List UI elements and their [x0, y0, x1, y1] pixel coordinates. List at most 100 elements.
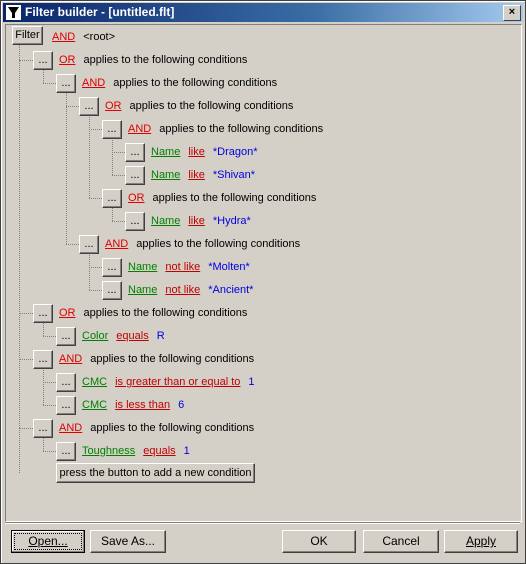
condition-comparator[interactable]: not like — [165, 284, 200, 296]
condition-field[interactable]: Color — [82, 330, 108, 342]
tree-connector — [43, 322, 44, 336]
tree-connector — [19, 60, 33, 61]
condition-value[interactable]: 1 — [248, 376, 254, 388]
node-menu-button[interactable]: ... — [33, 350, 53, 369]
condition-row: Name like *Dragon* — [151, 143, 266, 161]
save-as-button-label: Save As... — [100, 534, 156, 548]
condition-row: Name like *Hydra* — [151, 212, 259, 230]
node-menu-button[interactable]: ... — [33, 51, 53, 70]
condition-value[interactable]: 1 — [184, 445, 190, 457]
tree-connector — [43, 336, 56, 337]
tree-connector — [43, 69, 44, 83]
tree-connector — [66, 106, 79, 107]
tree-connector — [112, 138, 113, 175]
group-operator[interactable]: OR — [59, 307, 76, 319]
group-operator[interactable]: AND — [105, 238, 128, 250]
condition-field[interactable]: Name — [151, 169, 180, 181]
node-menu-button[interactable]: ... — [56, 327, 76, 346]
condition-comparator[interactable]: equals — [116, 330, 148, 342]
condition-comparator[interactable]: like — [188, 215, 205, 227]
group-text: applies to the following conditions — [90, 422, 255, 434]
group-row: AND applies to the following conditions — [128, 120, 331, 138]
condition-value[interactable]: 6 — [178, 399, 184, 411]
tree-connector — [89, 253, 90, 290]
group-operator[interactable]: AND — [82, 77, 105, 89]
ok-button[interactable]: OK — [282, 530, 356, 553]
open-button[interactable]: Open... — [11, 530, 85, 553]
node-menu-button[interactable]: ... — [79, 235, 99, 254]
condition-value[interactable]: *Hydra* — [213, 215, 251, 227]
condition-comparator[interactable]: is less than — [115, 399, 170, 411]
group-operator[interactable]: AND — [128, 123, 151, 135]
node-menu-button[interactable]: ... — [56, 442, 76, 461]
node-menu-button[interactable]: ... — [33, 419, 53, 438]
tree-connector — [66, 92, 67, 244]
group-row: AND applies to the following conditions — [105, 235, 308, 253]
condition-row: Name like *Shivan* — [151, 166, 263, 184]
condition-field[interactable]: Name — [128, 261, 157, 273]
close-button[interactable]: × — [503, 5, 521, 21]
condition-field[interactable]: Name — [151, 215, 180, 227]
tree-connector — [66, 244, 79, 245]
condition-comparator[interactable]: like — [188, 146, 205, 158]
node-menu-button[interactable]: ... — [125, 166, 145, 185]
condition-field[interactable]: Name — [151, 146, 180, 158]
bottom-separator — [5, 522, 520, 524]
tree-connector — [112, 152, 125, 153]
cancel-button[interactable]: Cancel — [363, 530, 439, 553]
condition-comparator[interactable]: like — [188, 169, 205, 181]
condition-value[interactable]: R — [157, 330, 165, 342]
open-button-label: Open... — [28, 534, 68, 548]
node-menu-button[interactable]: ... — [102, 120, 122, 139]
filter-builder-window: Filter builder - [untitled.flt] × Filter… — [0, 0, 526, 564]
group-operator[interactable]: OR — [59, 54, 76, 66]
group-operator[interactable]: OR — [128, 192, 145, 204]
tree-connector — [19, 428, 20, 473]
condition-comparator[interactable]: equals — [143, 445, 175, 457]
add-condition-button[interactable]: press the button to add a new condition — [56, 463, 255, 483]
condition-row: Name not like *Ancient* — [128, 281, 261, 299]
node-menu-button[interactable]: ... — [79, 97, 99, 116]
node-menu-button[interactable]: ... — [102, 258, 122, 277]
condition-field[interactable]: CMC — [82, 376, 107, 388]
root-filter-button[interactable]: Filter — [12, 26, 43, 45]
condition-comparator[interactable]: is greater than or equal to — [115, 376, 240, 388]
condition-comparator[interactable]: not like — [165, 261, 200, 273]
group-operator[interactable]: OR — [105, 100, 122, 112]
condition-value[interactable]: *Molten* — [208, 261, 250, 273]
group-text: applies to the following conditions — [113, 77, 278, 89]
tree-connector — [112, 221, 125, 222]
group-row: OR applies to the following conditions — [128, 189, 324, 207]
group-text: applies to the following conditions — [83, 307, 248, 319]
node-menu-button[interactable]: ... — [33, 304, 53, 323]
condition-row: Name not like *Molten* — [128, 258, 258, 276]
condition-field[interactable]: Toughness — [82, 445, 135, 457]
root-operator[interactable]: AND — [52, 31, 75, 43]
group-text: applies to the following conditions — [136, 238, 301, 250]
tree-connector — [112, 175, 125, 176]
condition-value[interactable]: *Dragon* — [213, 146, 258, 158]
condition-field[interactable]: CMC — [82, 399, 107, 411]
node-menu-button[interactable]: ... — [56, 373, 76, 392]
node-menu-button[interactable]: ... — [125, 212, 145, 231]
node-menu-button[interactable]: ... — [125, 143, 145, 162]
node-menu-button[interactable]: ... — [56, 74, 76, 93]
group-operator[interactable]: AND — [59, 353, 82, 365]
cancel-button-label: Cancel — [382, 534, 420, 548]
group-operator[interactable]: AND — [59, 422, 82, 434]
group-text: applies to the following conditions — [152, 192, 317, 204]
node-menu-button[interactable]: ... — [102, 189, 122, 208]
condition-value[interactable]: *Ancient* — [208, 284, 253, 296]
apply-button[interactable]: Apply — [444, 530, 518, 553]
node-menu-button[interactable]: ... — [56, 396, 76, 415]
node-menu-button[interactable]: ... — [102, 281, 122, 300]
tree-connector — [43, 451, 56, 452]
group-text: applies to the following conditions — [83, 54, 248, 66]
save-as-button[interactable]: Save As... — [90, 530, 166, 553]
condition-value[interactable]: *Shivan* — [213, 169, 255, 181]
group-text: applies to the following conditions — [90, 353, 255, 365]
condition-row: Toughness equals 1 — [82, 442, 198, 460]
tree-connector — [89, 267, 102, 268]
condition-field[interactable]: Name — [128, 284, 157, 296]
tree-connector — [112, 207, 113, 221]
